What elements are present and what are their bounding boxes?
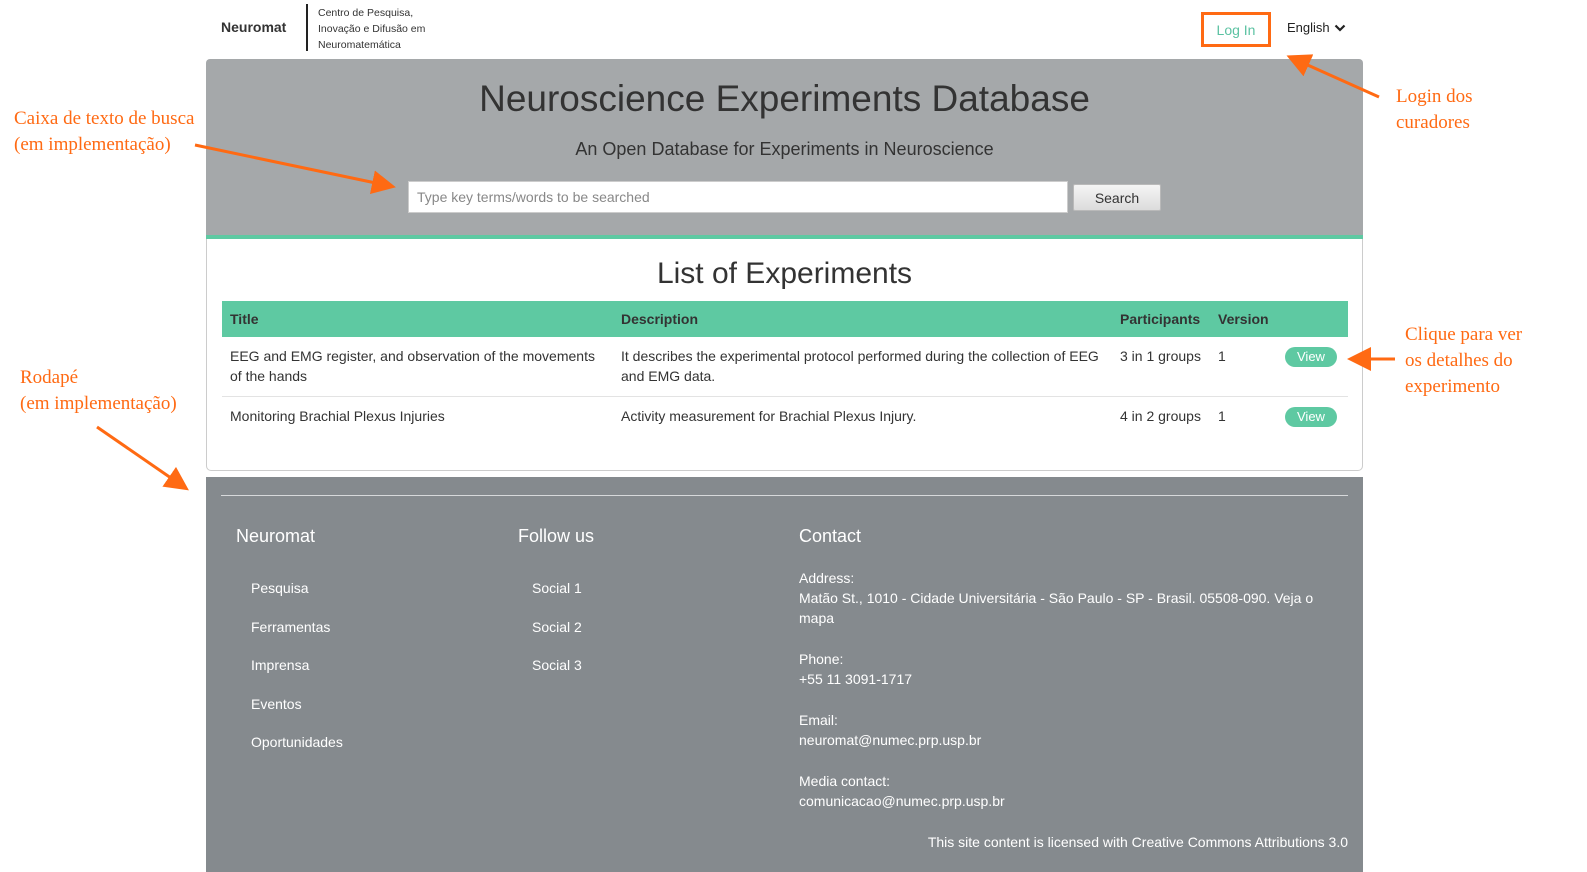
annotation-arrows bbox=[96, 54, 1395, 491]
arrow-to-search bbox=[194, 143, 396, 195]
arrow-to-login bbox=[1286, 54, 1380, 99]
arrow-to-footer bbox=[96, 425, 189, 491]
